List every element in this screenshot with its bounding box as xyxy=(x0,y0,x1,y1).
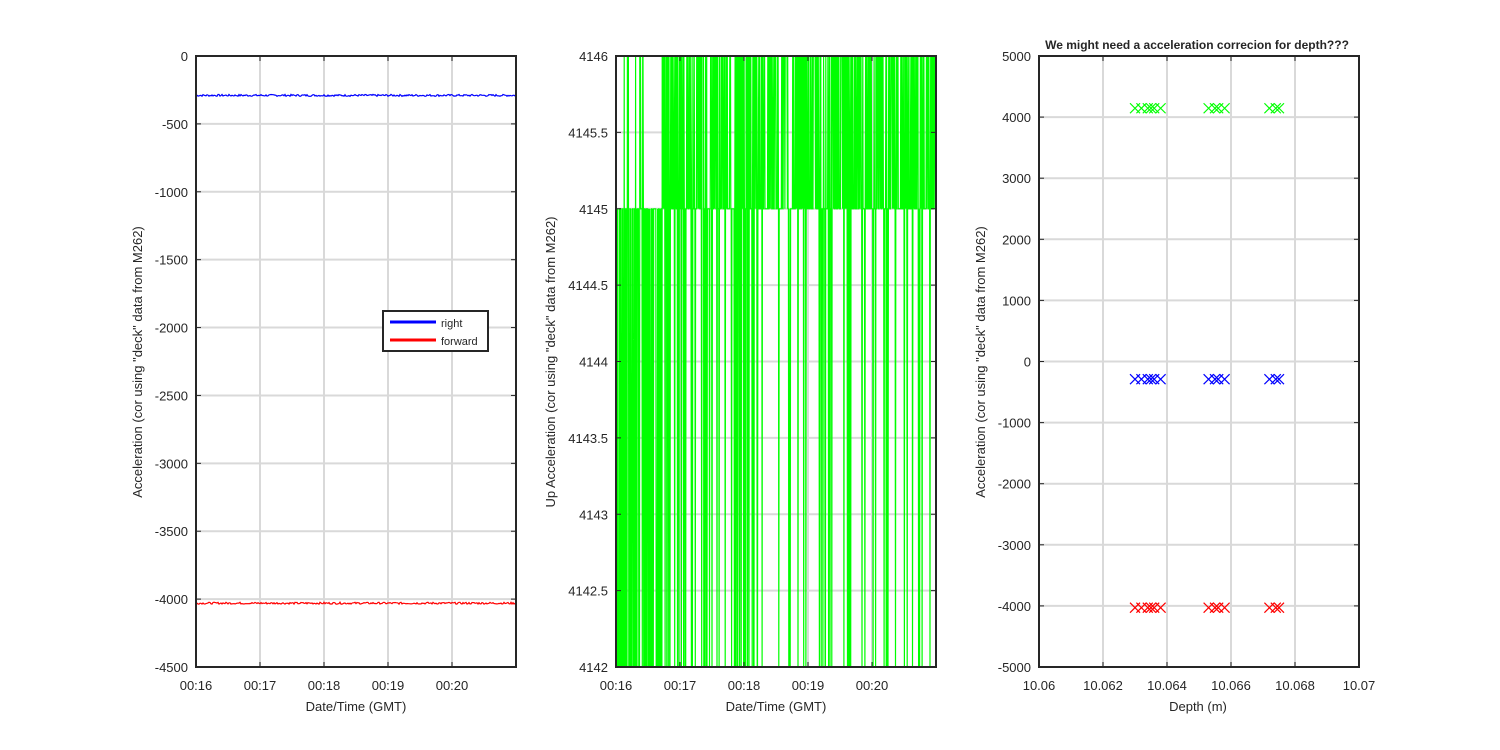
x-tick-label: 00:16 xyxy=(600,678,633,693)
x-tick-label: 10.068 xyxy=(1275,678,1315,693)
x-axis-label: Date/Time (GMT) xyxy=(726,699,827,714)
y-tick-label: -4000 xyxy=(998,599,1031,614)
y-tick-label: 4145.5 xyxy=(568,125,608,140)
y-tick-label: 0 xyxy=(1024,355,1031,370)
legend: right forward xyxy=(382,310,489,352)
x-tick-label: 10.06 xyxy=(1023,678,1056,693)
x-tick-label: 00:17 xyxy=(244,678,277,693)
y-tick-label: 2000 xyxy=(1002,232,1031,247)
y-tick-label: -1500 xyxy=(155,253,188,268)
y-tick-label: 4143.5 xyxy=(568,431,608,446)
y-axis-label: Acceleration (cor using "deck" data from… xyxy=(130,226,145,498)
y-axis-label: Up Acceleration (cor using "deck" data f… xyxy=(543,216,558,507)
x-tick-label: 00:20 xyxy=(856,678,889,693)
x-tick-label: 10.062 xyxy=(1083,678,1123,693)
legend-label-forward: forward xyxy=(441,336,478,348)
x-tick-label: 10.07 xyxy=(1343,678,1376,693)
y-tick-label: 4142 xyxy=(579,660,608,675)
x-tick-label: 00:17 xyxy=(664,678,697,693)
y-tick-label: 4145 xyxy=(579,202,608,217)
x-tick-label: 00:18 xyxy=(308,678,341,693)
y-tick-label: 4143 xyxy=(579,507,608,522)
x-axis-label: Date/Time (GMT) xyxy=(306,699,407,714)
y-tick-label: 5000 xyxy=(1002,49,1031,64)
y-tick-label: 3000 xyxy=(1002,171,1031,186)
panel-up-accel-time: 00:16 00:17 00:18 00:19 00:20 4146 4145.5 4145 4… xyxy=(543,49,937,714)
y-tick-label: -3500 xyxy=(155,524,188,539)
y-tick-label: -500 xyxy=(162,117,188,132)
x-tick-label: 10.064 xyxy=(1147,678,1187,693)
legend-label-right: right xyxy=(441,318,462,330)
y-tick-label: 4144 xyxy=(579,355,608,370)
y-tick-label: 4144.5 xyxy=(568,278,608,293)
y-tick-label: -5000 xyxy=(998,660,1031,675)
x-tick-label: 00:20 xyxy=(436,678,469,693)
figure: 00:16 00:17 00:18 00:19 00:20 0 -500 -1000 -1500… xyxy=(130,38,1375,714)
y-tick-label: 4146 xyxy=(579,49,608,64)
y-tick-label: 0 xyxy=(181,49,188,64)
y-tick-label: -3000 xyxy=(155,456,188,471)
x-tick-label: 00:16 xyxy=(180,678,213,693)
x-axis-label: Depth (m) xyxy=(1169,699,1227,714)
plot-area xyxy=(196,56,516,667)
panel-accel-time: 00:16 00:17 00:18 00:19 00:20 0 -500 -1000 -1500… xyxy=(130,49,517,714)
y-tick-label: 4142.5 xyxy=(568,584,608,599)
y-tick-label: 1000 xyxy=(1002,293,1031,308)
y-tick-label: -4000 xyxy=(155,592,188,607)
x-tick-label: 00:19 xyxy=(372,678,405,693)
y-tick-label: 4000 xyxy=(1002,110,1031,125)
y-tick-label: -2000 xyxy=(155,321,188,336)
x-tick-label: 10.066 xyxy=(1211,678,1251,693)
panel-accel-depth: 10.06 10.062 10.064 10.066 10.068 10.07 5000 40… xyxy=(973,38,1375,714)
x-tick-label: 00:18 xyxy=(728,678,761,693)
y-tick-label: -4500 xyxy=(155,660,188,675)
y-tick-label: -1000 xyxy=(155,185,188,200)
y-tick-label: -2000 xyxy=(998,477,1031,492)
y-axis-label: Acceleration (cor using "deck" data from… xyxy=(973,226,988,498)
y-tick-label: -1000 xyxy=(998,416,1031,431)
y-tick-label: -2500 xyxy=(155,388,188,403)
x-tick-label: 00:19 xyxy=(792,678,825,693)
y-tick-label: -3000 xyxy=(998,538,1031,553)
chart-title: We might need a acceleration correcion f… xyxy=(1045,38,1349,52)
